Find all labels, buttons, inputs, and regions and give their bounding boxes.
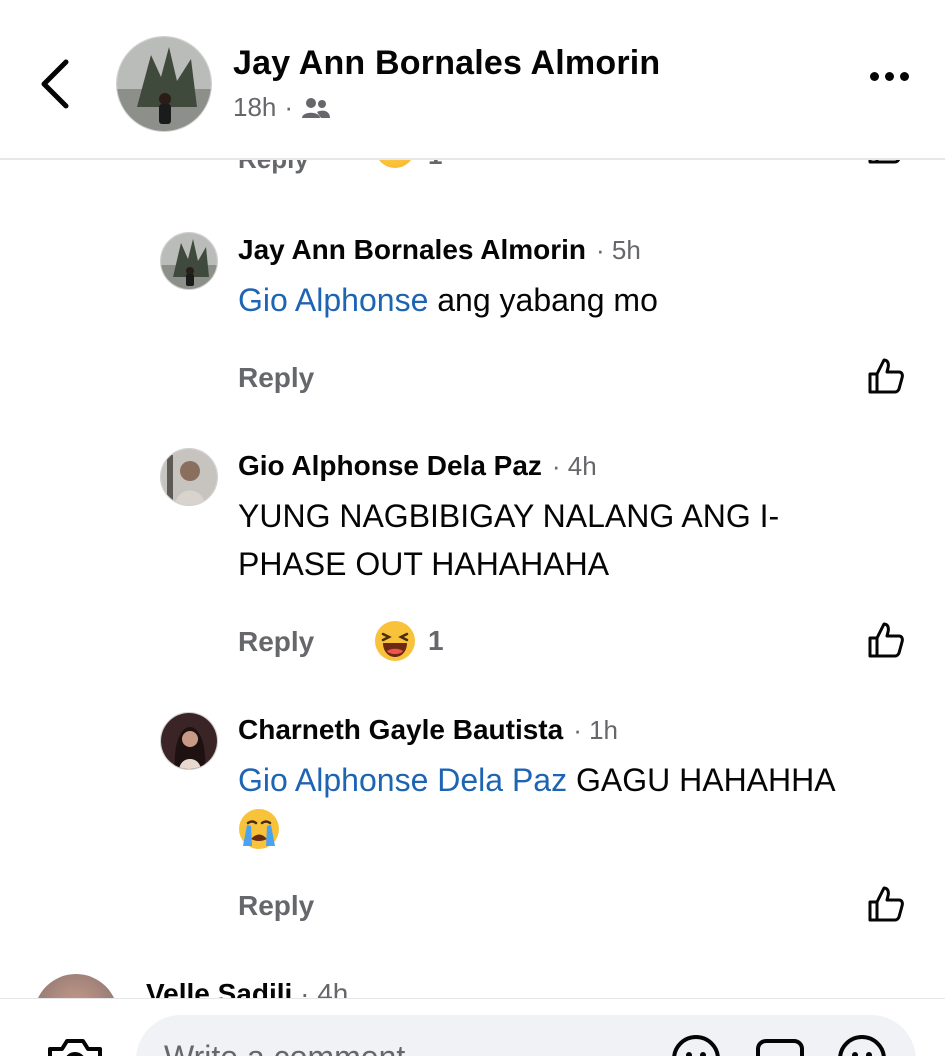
reaction-summary[interactable]: 1 <box>374 620 444 662</box>
comment-actions: Reply <box>238 884 918 928</box>
comment-input[interactable]: Write a comment... <box>136 1015 916 1056</box>
mention-link[interactable]: Gio Alphonse <box>238 282 428 318</box>
author-avatar[interactable] <box>116 36 212 132</box>
post-meta: 18h · <box>233 92 331 123</box>
comment-time: · 1h <box>573 715 619 745</box>
comment-time: · 4h <box>300 978 349 1000</box>
comment-text: Gio Alphonse Dela Paz GAGU HAHAHHA <box>238 756 918 804</box>
comment-body: GAGU HAHAHHA <box>567 762 836 798</box>
more-icon[interactable] <box>870 72 909 81</box>
comment-avatar[interactable] <box>34 974 118 1000</box>
reaction-count: 1 <box>428 625 444 656</box>
reply-button[interactable]: Reply <box>238 890 314 922</box>
like-icon[interactable] <box>866 884 906 924</box>
comment-author[interactable]: Jay Ann Bornales Almorin <box>238 234 586 266</box>
comment-header: Velle Sadili · 4h <box>146 978 348 1000</box>
avatar-sticker-icon[interactable] <box>670 1033 722 1056</box>
comment-avatar[interactable] <box>160 712 218 770</box>
author-name[interactable]: Jay Ann Bornales Almorin <box>233 44 660 83</box>
comment-time: · 5h <box>596 235 641 265</box>
crying-emoji <box>239 809 279 849</box>
back-icon[interactable] <box>36 58 76 110</box>
comment-author[interactable]: Charneth Gayle Bautista <box>238 714 563 746</box>
reply-button[interactable]: Reply <box>238 362 314 394</box>
post-header: Jay Ann Bornales Almorin 18h · <box>0 0 945 160</box>
gif-icon[interactable] <box>754 1033 806 1056</box>
reply-button[interactable]: Reply <box>238 626 314 658</box>
comment-avatar[interactable] <box>160 232 218 290</box>
like-icon[interactable] <box>866 356 906 396</box>
comment-composer: Write a comment... <box>0 998 945 1056</box>
comment-actions: Reply 1 <box>238 620 918 664</box>
emoji-icon[interactable] <box>836 1033 888 1056</box>
comment-body: ang yabang mo <box>428 282 658 318</box>
separator: · <box>284 92 294 122</box>
post-time: 18h <box>233 92 277 122</box>
camera-icon[interactable] <box>46 1037 104 1056</box>
comment-actions: Reply <box>238 356 918 400</box>
comment-time: · 4h <box>551 451 597 481</box>
partial-comment: Velle Sadili · 4h <box>0 968 945 1000</box>
comment-header: Gio Alphonse Dela Paz · 4h <box>238 450 597 482</box>
comment-avatar[interactable] <box>160 448 218 506</box>
comment-placeholder: Write a comment... <box>164 1039 432 1056</box>
comment-author[interactable]: Gio Alphonse Dela Paz <box>238 450 542 482</box>
comment-header: Jay Ann Bornales Almorin · 5h <box>238 234 641 266</box>
comment-text: Gio Alphonse ang yabang mo <box>238 276 918 324</box>
mention-link[interactable]: Gio Alphonse Dela Paz <box>238 762 567 798</box>
haha-emoji <box>375 621 415 661</box>
like-icon[interactable] <box>866 620 906 660</box>
friends-icon <box>302 97 331 118</box>
comment-header: Charneth Gayle Bautista · 1h <box>238 714 618 746</box>
comment-body: YUNG NAGBIBIGAY NALANG ANG I-PHASE OUT H… <box>238 498 780 582</box>
comment-author[interactable]: Velle Sadili <box>146 978 292 1000</box>
